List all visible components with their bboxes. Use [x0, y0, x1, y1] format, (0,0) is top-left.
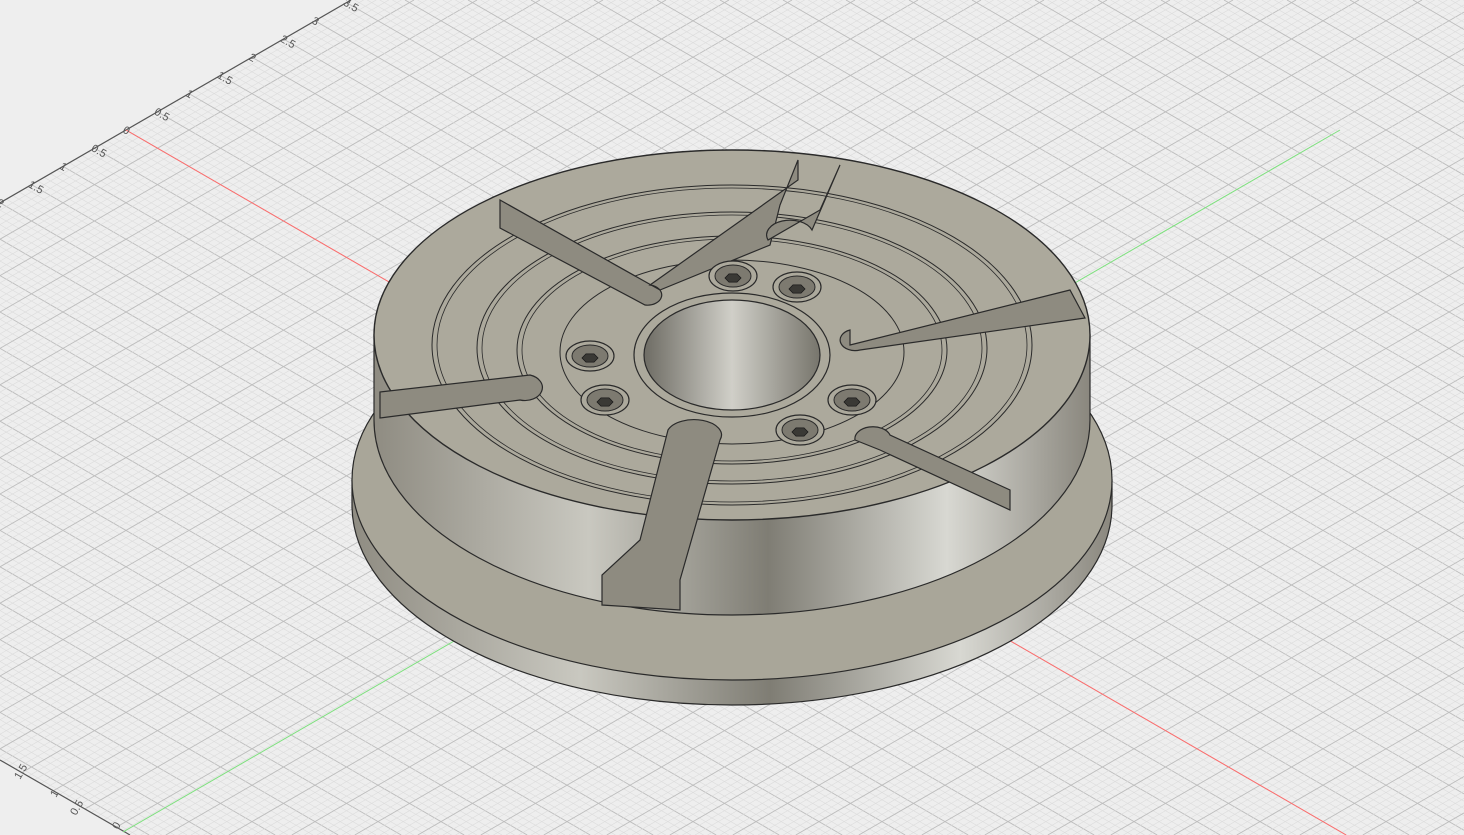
center-bore [633, 292, 831, 418]
hex-socket-icon [596, 397, 614, 407]
hex-socket-icon [791, 427, 809, 437]
rotary-table-model[interactable] [0, 0, 1464, 835]
hex-socket-icon [581, 353, 599, 363]
hex-socket-icon [724, 273, 742, 283]
cad-viewport[interactable]: 0 0.5 1 1.5 2 2.5 3 3.5 0.5 1 1.5 2 0 0.5 1 1.5 [0, 0, 1464, 835]
hex-socket-icon [843, 397, 861, 407]
hex-socket-icon [788, 284, 806, 294]
